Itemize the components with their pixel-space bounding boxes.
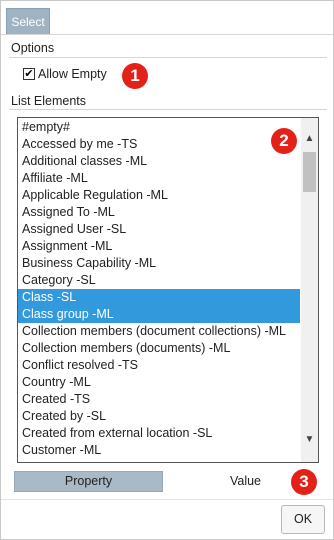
list-elements-heading: List Elements xyxy=(11,94,87,108)
list-item[interactable]: Conflict resolved -TS xyxy=(18,357,300,374)
property-button[interactable]: Property xyxy=(14,471,163,492)
options-divider xyxy=(9,57,327,58)
ok-button[interactable]: OK xyxy=(281,505,325,534)
callout-badge-1: 1 xyxy=(122,63,148,89)
list-item[interactable]: Created -TS xyxy=(18,391,300,408)
list-item[interactable]: Customer -ML xyxy=(18,442,300,459)
tab-select[interactable]: Select xyxy=(6,8,50,34)
list-item[interactable]: Assignment -ML xyxy=(18,238,300,255)
list-item[interactable]: Applicable Regulation -ML xyxy=(18,187,300,204)
list-item[interactable]: Collection members (document collections… xyxy=(18,323,300,340)
list-elements-divider xyxy=(9,109,327,110)
list-item[interactable]: #empty# xyxy=(18,119,300,136)
list-item[interactable]: Created from external location -SL xyxy=(18,425,300,442)
callout-badge-3: 3 xyxy=(291,469,317,495)
list-item[interactable]: Class -SL xyxy=(18,289,300,306)
list-items: #empty# Accessed by me -TS Additional clas… xyxy=(18,119,300,459)
allow-empty-checkbox[interactable]: ✔ xyxy=(23,68,35,80)
list-scrollbar[interactable]: ▲ ▼ xyxy=(301,118,318,462)
scroll-down-icon[interactable]: ▼ xyxy=(301,431,318,448)
list-item[interactable]: Affiliate -ML xyxy=(18,170,300,187)
allow-empty-label[interactable]: Allow Empty xyxy=(38,67,107,81)
list-item[interactable]: Country -ML xyxy=(18,374,300,391)
list-item[interactable]: Additional classes -ML xyxy=(18,153,300,170)
callout-badge-2: 2 xyxy=(271,128,297,154)
options-heading: Options xyxy=(11,41,55,55)
footer-divider xyxy=(1,499,333,500)
select-dialog: Select Options ✔ Allow Empty 1 List Elem… xyxy=(0,0,334,540)
list-item[interactable]: Assigned To -ML xyxy=(18,204,300,221)
list-item[interactable]: Business Capability -ML xyxy=(18,255,300,272)
allow-empty-row[interactable]: ✔ Allow Empty xyxy=(23,66,107,82)
list-item[interactable]: Accessed by me -TS xyxy=(18,136,300,153)
list-item[interactable]: Category -SL xyxy=(18,272,300,289)
scrollbar-thumb[interactable] xyxy=(303,152,316,192)
tab-bar: Select xyxy=(1,1,333,35)
list-elements-listbox[interactable]: #empty# Accessed by me -TS Additional clas… xyxy=(17,117,319,463)
list-item[interactable]: Class group -ML xyxy=(18,306,300,323)
list-item[interactable]: Collection members (documents) -ML xyxy=(18,340,300,357)
checkmark-icon: ✔ xyxy=(24,68,34,80)
scroll-up-icon[interactable]: ▲ xyxy=(301,130,318,147)
list-item[interactable]: Assigned User -SL xyxy=(18,221,300,238)
list-item[interactable]: Created by -SL xyxy=(18,408,300,425)
